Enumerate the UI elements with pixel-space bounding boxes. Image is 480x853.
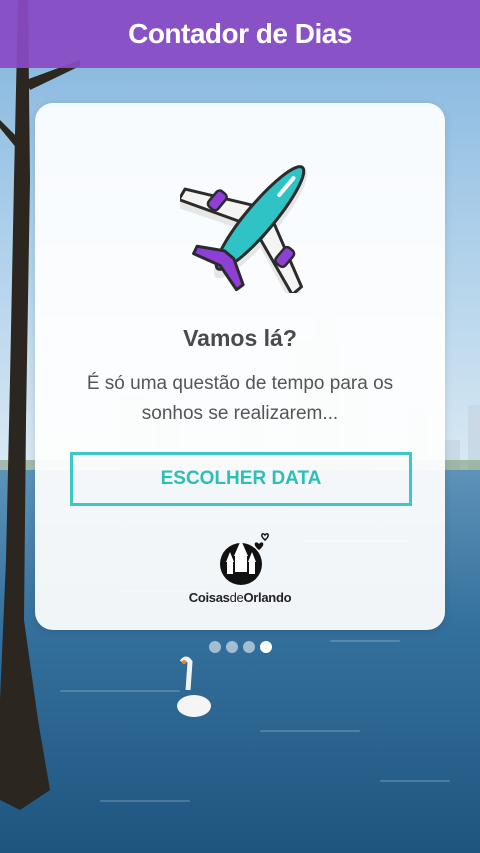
pager-dot[interactable] (242, 641, 255, 653)
onboarding-card: Vamos lá? É só uma questão de tempo para… (35, 103, 445, 630)
coisas-de-orlando-logo: CoisasdeOrlando (185, 530, 295, 608)
pager-dot[interactable] (208, 641, 221, 653)
card-title: Vamos lá? (183, 325, 297, 351)
airplane-icon (180, 165, 308, 293)
card-subtitle: É só uma questão de tempo para os sonhos… (86, 373, 394, 424)
logo-wordmark: CoisasdeOrlando (188, 590, 292, 605)
pager-dots (0, 641, 480, 653)
choose-date-button[interactable]: ESCOLHER DATA (70, 452, 412, 506)
swan (177, 656, 211, 717)
app-title: Contador de Dias (128, 18, 352, 49)
pager-dot-active[interactable] (259, 641, 272, 653)
app-header: Contador de Dias (0, 0, 480, 68)
castle-logo-icon (220, 533, 269, 585)
pager-dot[interactable] (225, 641, 238, 653)
